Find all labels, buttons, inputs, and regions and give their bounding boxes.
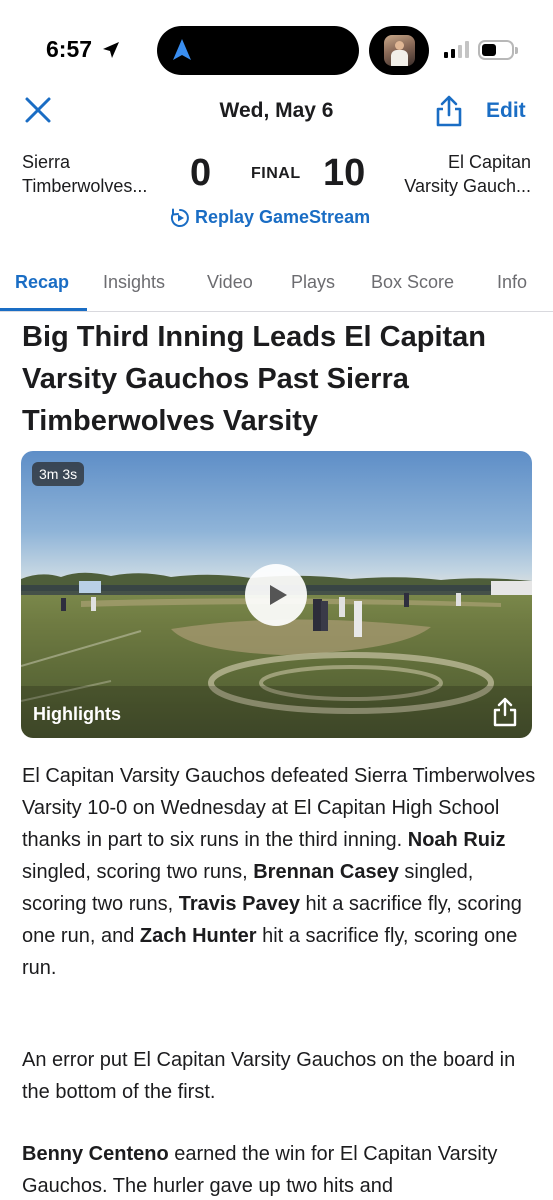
dynamic-island-nav-icon xyxy=(173,39,191,60)
status-bar: 6:57 xyxy=(0,0,553,90)
player-name[interactable]: Zach Hunter xyxy=(140,925,257,947)
tab-insights[interactable]: Insights xyxy=(103,272,165,293)
player-name[interactable]: Noah Ruiz xyxy=(408,829,506,851)
player-name[interactable]: Travis Pavey xyxy=(179,893,300,915)
video-duration-badge: 3m 3s xyxy=(32,462,85,486)
away-team-name[interactable]: El Capitan Varsity Gauch... xyxy=(404,150,531,198)
location-arrow-icon xyxy=(103,42,119,58)
close-icon[interactable] xyxy=(24,96,52,124)
game-status: FINAL xyxy=(251,165,301,182)
edit-button[interactable]: Edit xyxy=(486,99,526,123)
home-score: 0 xyxy=(190,152,212,194)
video-label: Highlights xyxy=(33,704,121,724)
player-name[interactable]: Brennan Casey xyxy=(253,861,399,883)
tab-plays[interactable]: Plays xyxy=(291,272,335,293)
replay-gamestream-button[interactable]: Replay GameStream xyxy=(170,207,370,228)
tab-info[interactable]: Info xyxy=(497,272,527,293)
home-team-line1: Sierra xyxy=(22,152,71,172)
article-headline: Big Third Inning Leads El Capitan Varsit… xyxy=(22,321,487,437)
away-team-line2: Varsity Gauch... xyxy=(404,176,531,196)
away-score: 10 xyxy=(323,152,366,194)
article-paragraph-2: An error put El Capitan Varsity Gauchos … xyxy=(22,1049,516,1103)
pip-video[interactable] xyxy=(369,26,429,75)
battery-icon xyxy=(478,40,518,60)
active-tab-indicator xyxy=(0,308,87,311)
tab-recap[interactable]: Recap xyxy=(15,272,69,293)
article-paragraph-3: Benny Centeno earned the win for El Capi… xyxy=(22,1143,498,1197)
share-icon[interactable] xyxy=(434,95,464,127)
video-share-icon[interactable] xyxy=(491,697,519,727)
away-team-line1: El Capitan xyxy=(447,152,531,172)
home-team-name[interactable]: Sierra Timberwolves... xyxy=(22,150,147,198)
signal-icon xyxy=(444,41,469,58)
replay-icon xyxy=(170,208,189,227)
status-time: 6:57 xyxy=(46,36,93,62)
player-name[interactable]: Benny Centeno xyxy=(22,1143,169,1165)
play-button[interactable] xyxy=(245,564,307,626)
tab-bar: Recap Insights Video Plays Box Score Inf… xyxy=(0,266,553,312)
dynamic-island[interactable] xyxy=(157,26,359,75)
article-paragraph-1: El Capitan Varsity Gauchos defeated Sier… xyxy=(22,765,536,979)
play-icon xyxy=(270,585,287,605)
tab-video[interactable]: Video xyxy=(207,272,253,293)
tab-box-score[interactable]: Box Score xyxy=(371,272,454,293)
page-title: Wed, May 6 xyxy=(219,99,334,122)
highlights-video[interactable]: 3m 3s Highlights xyxy=(21,451,532,738)
replay-label: Replay GameStream xyxy=(195,207,371,227)
pip-thumbnail xyxy=(384,35,415,66)
home-team-line2: Timberwolves... xyxy=(22,176,148,196)
